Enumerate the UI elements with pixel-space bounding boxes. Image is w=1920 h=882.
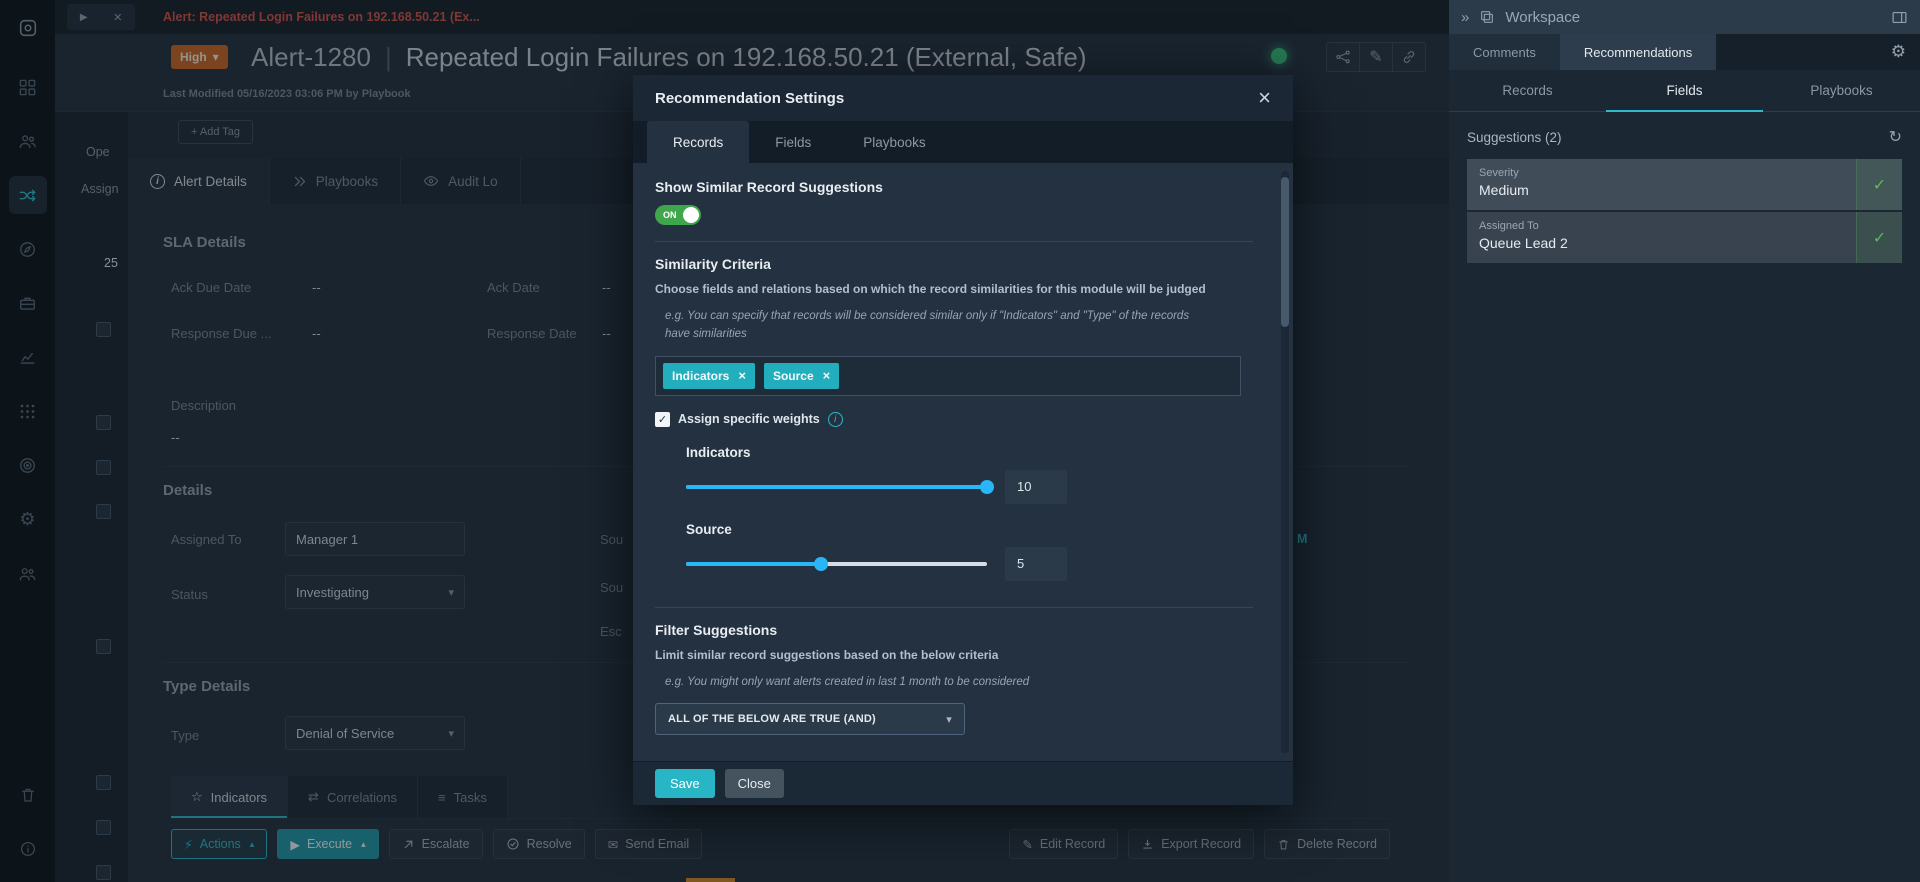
assign-weights-label: Assign specific weights [678,412,820,426]
modal-tab-records[interactable]: Records [647,121,749,163]
slider-thumb[interactable] [980,480,994,494]
refresh-icon[interactable]: ↻ [1889,127,1902,147]
indicators-slider[interactable] [686,485,987,489]
source-weight-input[interactable]: 5 [1005,547,1067,581]
modal-divider [655,607,1253,608]
criteria-tags-input[interactable]: Indicators × Source × [655,356,1241,396]
modal-tab-playbooks[interactable]: Playbooks [837,121,951,163]
similarity-criteria-example: e.g. You can specify that records will b… [655,308,1215,344]
recommendation-settings-gear-icon[interactable]: ⚙ [1891,34,1906,70]
slider-label: Indicators [686,445,1253,460]
source-slider[interactable] [686,562,987,566]
remove-tag-icon[interactable]: × [738,369,746,382]
accept-suggestion-check-icon[interactable]: ✓ [1856,212,1902,263]
similarity-criteria-heading: Similarity Criteria [655,256,1253,272]
workspace-tabs: Comments Recommendations ⚙ [1449,34,1920,70]
suggestion-field-label: Severity [1479,167,1844,179]
modal-footer: Save Close [633,761,1293,805]
suggestion-field-value: Medium [1479,182,1844,198]
modal-tabs: Records Fields Playbooks [633,121,1293,163]
modal-scrollbar-thumb[interactable] [1281,177,1289,327]
toggle-on-label: ON [663,210,677,220]
weight-slider-indicators: Indicators 10 [686,445,1253,504]
slider-thumb[interactable] [814,557,828,571]
workspace-tab-recommendations[interactable]: Recommendations [1560,34,1716,70]
suggestion-field-value: Queue Lead 2 [1479,235,1844,251]
show-similar-heading: Show Similar Record Suggestions [655,179,1253,195]
suggestion-card-assigned-to[interactable]: Assigned To Queue Lead 2 ✓ [1467,212,1902,263]
indicators-weight-input[interactable]: 10 [1005,470,1067,504]
suggestions-count: Suggestions (2) [1467,130,1562,145]
criteria-tag-indicators: Indicators × [663,363,755,389]
slider-fill [686,562,821,566]
filter-suggestions-example: e.g. You might only want alerts created … [655,674,1215,692]
suggestion-field-label: Assigned To [1479,220,1844,232]
subtab-playbooks[interactable]: Playbooks [1763,70,1920,111]
slider-fill [686,485,987,489]
workspace-layers-icon [1479,9,1495,25]
filter-suggestions-heading: Filter Suggestions [655,622,1253,638]
modal-tab-fields[interactable]: Fields [749,121,837,163]
recommendation-subtabs: Records Fields Playbooks [1449,70,1920,112]
collapse-panel-icon[interactable]: » [1461,9,1469,26]
criteria-tag-source: Source × [764,363,839,389]
caret-down-icon: ▾ [946,713,952,726]
close-button[interactable]: Close [725,769,784,798]
weight-slider-source: Source 5 [686,522,1253,581]
workspace-title: Workspace [1505,9,1580,26]
workspace-header: » Workspace [1449,0,1920,34]
similarity-criteria-description: Choose fields and relations based on whi… [655,280,1220,298]
show-similar-toggle[interactable]: ON [655,205,701,225]
slider-label: Source [686,522,1253,537]
accept-suggestion-check-icon[interactable]: ✓ [1856,159,1902,210]
subtab-records[interactable]: Records [1449,70,1606,111]
info-icon: i [828,412,843,427]
workspace-tab-comments[interactable]: Comments [1449,34,1560,70]
workspace-panel: » Workspace Comments Recommendations ⚙ R… [1449,0,1920,882]
app-root: ⚙ ▶ × Alert: Repeated Login Failures on … [0,0,1920,882]
modal-body: Show Similar Record Suggestions ON Simil… [633,163,1293,761]
condition-select[interactable]: ALL OF THE BELOW ARE TRUE (AND) ▾ [655,703,965,735]
modal-title: Recommendation Settings [655,90,844,107]
modal-close-icon[interactable]: × [1258,87,1271,109]
assign-weights-row: ✓ Assign specific weights i [655,412,1253,427]
toggle-knob [683,207,699,223]
suggestion-card-severity[interactable]: Severity Medium ✓ [1467,159,1902,210]
modal-divider [655,241,1253,242]
remove-tag-icon[interactable]: × [823,369,831,382]
suggestions-header: Suggestions (2) ↻ [1449,112,1920,159]
assign-weights-checkbox[interactable]: ✓ [655,412,670,427]
subtab-fields[interactable]: Fields [1606,70,1763,111]
save-button[interactable]: Save [655,769,715,798]
filter-suggestions-description: Limit similar record suggestions based o… [655,646,1220,664]
dock-panel-icon[interactable] [1891,9,1908,26]
modal-header: Recommendation Settings × [633,75,1293,121]
recommendation-settings-modal: Recommendation Settings × Records Fields… [633,75,1293,805]
